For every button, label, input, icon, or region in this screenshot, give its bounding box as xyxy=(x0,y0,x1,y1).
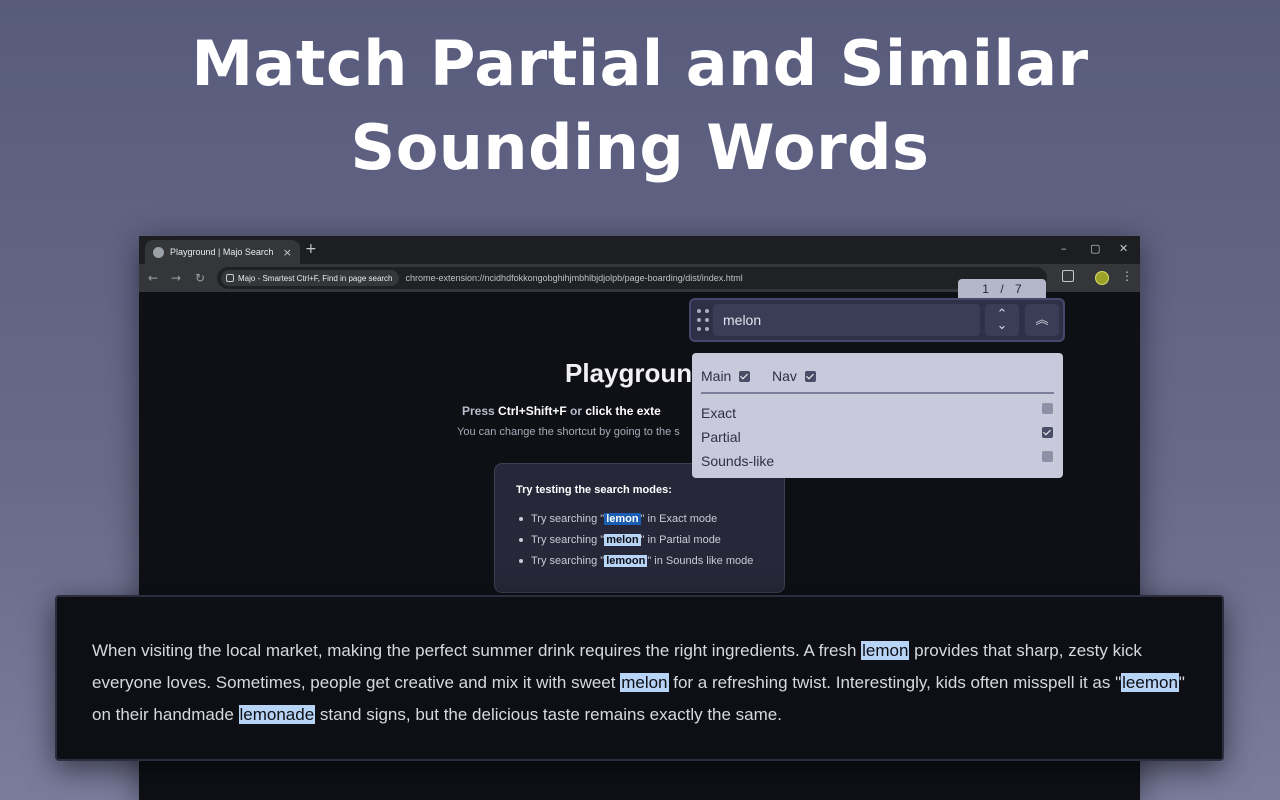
highlight-match: lemon xyxy=(861,641,910,660)
scope-nav-option[interactable]: Nav xyxy=(772,368,816,384)
maximize-button[interactable]: ▢ xyxy=(1090,242,1100,255)
search-bar: ⌃ ⌄ ︽ xyxy=(689,298,1065,342)
highlight-match: melon xyxy=(620,673,669,692)
menu-kebab-icon[interactable]: ⋮ xyxy=(1121,269,1133,283)
back-button[interactable]: ← xyxy=(148,271,158,285)
example-text-card: When visiting the local market, making t… xyxy=(55,595,1224,761)
instr-press: Press xyxy=(462,404,499,418)
highlight-match: leemon xyxy=(1121,673,1179,692)
item-text: Try searching " xyxy=(531,512,605,525)
tab-playground[interactable]: Playground | Majo Search × xyxy=(145,240,300,264)
scope-main-option[interactable]: Main xyxy=(701,368,751,384)
chevron-down-icon[interactable]: ⌄ xyxy=(997,319,1008,332)
hero-title-line1: Match Partial and Similar xyxy=(191,27,1089,100)
mode-sounds-like-label[interactable]: Sounds-like xyxy=(701,453,774,469)
url-text[interactable]: chrome-extension://ncidhdfokkongobghihjm… xyxy=(406,273,743,283)
hero-title-line2: Sounding Words xyxy=(350,111,930,184)
paragraph-text: for a refreshing twist. Interestingly, k… xyxy=(668,673,1122,692)
mode-exact-checkbox[interactable] xyxy=(1042,403,1053,414)
scope-nav-checkbox[interactable] xyxy=(804,370,816,382)
item-text: " in Sounds like mode xyxy=(647,554,754,567)
instructions-line: Press Ctrl+Shift+F or click the exte xyxy=(462,404,661,418)
item-text: Try searching " xyxy=(531,554,605,567)
shortcut-text: Ctrl+Shift+F xyxy=(498,404,567,418)
prev-next-button[interactable]: ⌃ ⌄ xyxy=(985,304,1019,336)
profile-avatar[interactable] xyxy=(1095,271,1109,285)
instr-or: or xyxy=(566,404,586,418)
list-item: Try searching " lemoon " in Sounds like mo… xyxy=(516,550,784,571)
bullet-icon xyxy=(519,537,523,542)
bullet-icon xyxy=(519,558,523,563)
list-item: Try searching " lemon " in Exact mode xyxy=(516,508,784,529)
options-divider xyxy=(701,392,1054,394)
reload-button[interactable]: ↻ xyxy=(195,271,205,285)
match-counter: 1 / 7 xyxy=(958,279,1046,299)
paragraph-text: When visiting the local market, making t… xyxy=(92,641,862,660)
collapse-button[interactable]: ︽ xyxy=(1025,304,1059,336)
highlight-match: lemoon xyxy=(604,554,648,567)
minimize-button[interactable]: – xyxy=(1061,242,1067,255)
page-title: Playgroun xyxy=(565,358,693,388)
item-text: " in Partial mode xyxy=(640,533,721,546)
extensions-puzzle-icon[interactable] xyxy=(1062,270,1074,282)
mode-partial-label[interactable]: Partial xyxy=(701,429,741,445)
shortcut-note: You can change the shortcut by going to … xyxy=(457,426,680,438)
extension-page-icon xyxy=(226,274,234,282)
search-modes-card: Try testing the search modes: Try search… xyxy=(494,463,785,593)
new-tab-button[interactable]: + xyxy=(305,241,317,257)
item-text: Try searching " xyxy=(531,533,605,546)
close-window-button[interactable]: ✕ xyxy=(1119,242,1128,255)
favicon-icon xyxy=(153,246,164,258)
forward-button[interactable]: → xyxy=(171,271,181,285)
bullet-icon xyxy=(519,516,523,521)
search-options-panel: Main Nav Exact Partial Sounds-like xyxy=(692,353,1063,478)
extension-chip-label: Majo - Smartest Ctrl+F, Find in page sea… xyxy=(238,273,393,283)
scope-main-checkbox[interactable] xyxy=(739,370,751,382)
scope-nav-label: Nav xyxy=(772,368,797,384)
address-bar[interactable]: Majo - Smartest Ctrl+F, Find in page sea… xyxy=(217,267,1047,289)
highlight-current: lemon xyxy=(604,512,641,525)
tab-title: Playground | Majo Search xyxy=(170,247,274,257)
mode-exact-label[interactable]: Exact xyxy=(701,405,736,421)
click-extension-text: click the exte xyxy=(585,404,661,418)
scope-main-label: Main xyxy=(701,368,732,384)
mode-partial-checkbox[interactable] xyxy=(1042,427,1053,438)
search-input[interactable] xyxy=(713,304,980,336)
list-item: Try searching " melon " in Partial mode xyxy=(516,529,784,550)
hero-title: Match Partial and Similar Sounding Words xyxy=(0,22,1280,190)
extension-chip[interactable]: Majo - Smartest Ctrl+F, Find in page sea… xyxy=(221,270,399,286)
double-chevron-up-icon: ︽ xyxy=(1035,312,1049,328)
counter-current: 1 xyxy=(982,282,989,296)
example-paragraph: When visiting the local market, making t… xyxy=(92,635,1202,731)
highlight-match: lemonade xyxy=(238,705,316,724)
paragraph-text: stand signs, but the delicious taste rem… xyxy=(315,705,782,724)
counter-separator: / xyxy=(1000,282,1004,296)
tab-strip: Playground | Majo Search × + – ▢ ✕ xyxy=(139,236,1140,264)
drag-handle-icon[interactable] xyxy=(697,309,711,333)
counter-total: 7 xyxy=(1015,282,1022,296)
modes-card-title: Try testing the search modes: xyxy=(516,484,672,496)
tab-close-icon[interactable]: × xyxy=(283,246,292,259)
highlight-match: melon xyxy=(604,533,641,546)
mode-sounds-like-checkbox[interactable] xyxy=(1042,451,1053,462)
item-text: " in Exact mode xyxy=(640,512,718,525)
